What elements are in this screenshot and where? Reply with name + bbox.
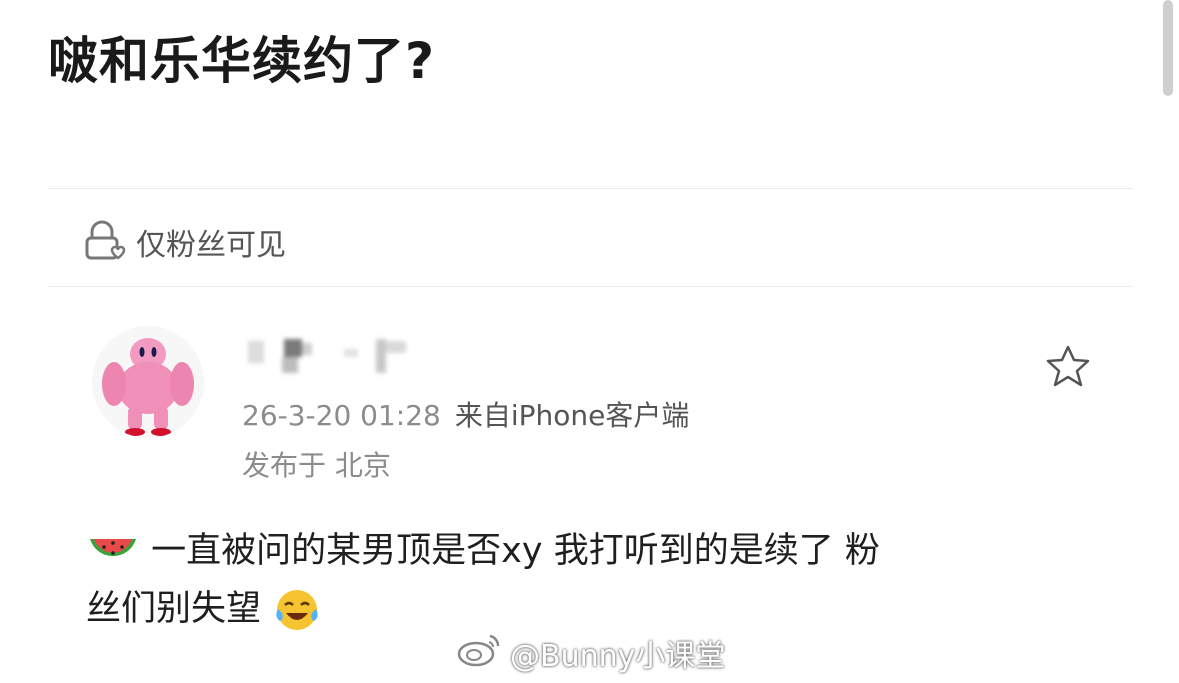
post-meta: 26-3-20 01:28 来自iPhone客户端 <box>242 394 689 438</box>
post-headline: 啵和乐华续约了? <box>48 32 436 90</box>
watermelon-emoji <box>86 529 140 575</box>
weibo-logo-icon <box>456 630 504 676</box>
visibility-indicator: 仅粉丝可见 <box>82 218 286 266</box>
watermark-text: @Bunny小课堂 <box>510 639 726 674</box>
username-blur <box>244 335 414 379</box>
username[interactable] <box>244 336 414 378</box>
post-body: 一直被问的某男顶是否xy 我打听到的是续了 粉 丝们别失望 <box>86 522 1106 638</box>
scrollbar[interactable] <box>1163 0 1173 96</box>
post-text-line2: 丝们别失望 <box>86 589 262 629</box>
post-text-line1: 一直被问的某男顶是否xy 我打听到的是续了 粉 <box>151 531 880 571</box>
post-time: 26-3-20 01:28 <box>242 399 441 432</box>
laughing-crying-emoji <box>272 587 326 633</box>
favorite-button[interactable] <box>1042 342 1094 394</box>
lock-heart-icon <box>82 220 126 264</box>
post-body-line: 一直被问的某男顶是否xy 我打听到的是续了 粉 <box>86 522 1106 580</box>
visibility-label: 仅粉丝可见 <box>136 228 286 263</box>
post-source: 来自iPhone客户端 <box>454 399 690 432</box>
avatar[interactable] <box>92 326 204 438</box>
watermark: @Bunny小课堂 <box>456 630 725 676</box>
star-icon <box>1045 344 1091 392</box>
divider <box>48 286 1133 287</box>
divider <box>48 188 1133 189</box>
post-location: 发布于 北京 <box>242 449 391 482</box>
